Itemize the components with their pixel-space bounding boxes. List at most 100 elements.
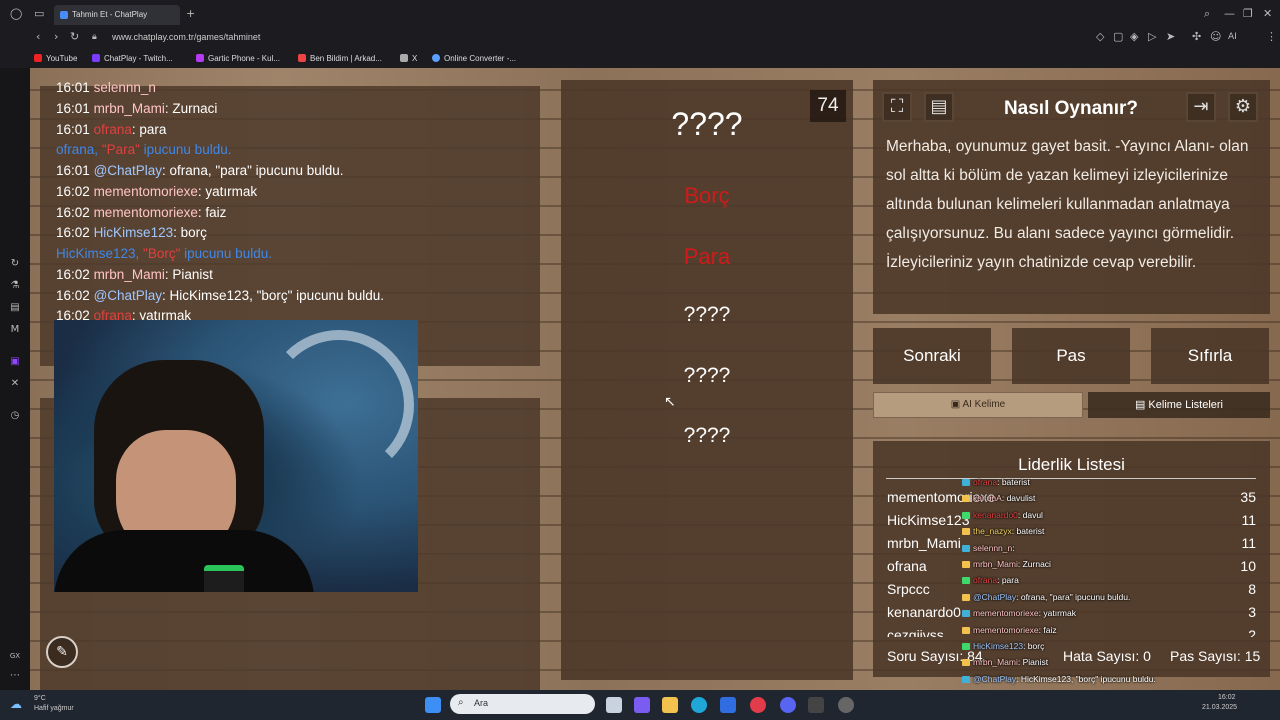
robot-icon: ▣ (950, 399, 963, 410)
weather-icon[interactable]: ☁ (10, 697, 22, 711)
pencil-icon[interactable]: ✎ (46, 636, 78, 668)
workspaces-icon[interactable]: ▭ (34, 8, 44, 20)
reset-button[interactable]: Sıfırla (1151, 328, 1269, 384)
overlay-chat-line: mrbn_Mami: Pianist (962, 657, 1048, 667)
bookmark-gartic[interactable]: Gartic Phone - Kul... (196, 54, 280, 63)
reload-icon[interactable]: ↻ (70, 31, 79, 43)
task-view-icon[interactable] (606, 697, 622, 713)
fullscreen-icon[interactable]: ⛶ (882, 92, 912, 122)
overlay-chat-line: kenanardo0: davul (962, 510, 1043, 520)
pass-button[interactable]: Pas (1012, 328, 1130, 384)
leaderboard-score: 11 (1241, 535, 1256, 551)
profile-icon[interactable]: ☺ (1210, 31, 1221, 43)
x-sidebar-icon[interactable]: ✕ (9, 378, 21, 390)
store-icon[interactable] (720, 697, 736, 713)
wallet-icon[interactable]: ▤ (9, 302, 21, 314)
new-tab-button[interactable]: + (186, 8, 195, 20)
chat-username[interactable]: mrbn_Mami (94, 101, 165, 116)
chat-badge-icon (962, 626, 970, 634)
aria-ai-icon[interactable]: AI (1228, 31, 1237, 43)
bookmark-ben-bildim[interactable]: Ben Bildim | Arkad... (298, 54, 382, 63)
overlay-chat-line: the_nazyx: baterist (962, 526, 1044, 536)
chat-badge-icon (962, 544, 970, 552)
gx-label[interactable]: GX (9, 650, 21, 662)
shield-icon[interactable]: ◈ (1130, 31, 1138, 43)
edge-icon[interactable] (691, 697, 707, 713)
next-button[interactable]: Sonraki (873, 328, 991, 384)
menu-icon[interactable]: ⋮ (1266, 31, 1277, 43)
history-icon[interactable]: ↻ (9, 258, 21, 270)
chat-time: 16:01 (56, 121, 90, 137)
extensions-icon[interactable]: ✣ (1192, 31, 1201, 43)
chat-line: ofrana, "Para" ipucunu buldu. (56, 142, 231, 157)
chat-message: : Zurnaci (164, 100, 218, 116)
forward-icon[interactable]: › (54, 31, 58, 43)
bookmark-online-converter[interactable]: Online Converter -... (432, 54, 516, 63)
chat-username[interactable]: ofrana (94, 122, 132, 137)
overlay-message: : davul (1017, 509, 1043, 520)
chat-username[interactable]: @ChatPlay (94, 288, 162, 303)
chat-username[interactable]: HicKimse123 (94, 225, 174, 240)
taskbar-search[interactable]: ⌕ Ara (450, 694, 595, 714)
ai-word-button[interactable]: ▣ AI Kelime (873, 392, 1083, 418)
chat-time: 16:02 (56, 183, 90, 199)
obs-icon[interactable] (838, 697, 854, 713)
maximize-icon[interactable]: ❐ (1243, 8, 1253, 20)
bookmark-youtube[interactable]: YouTube (34, 54, 77, 63)
overlay-message: : HicKimse123, "borç" ipucunu buldu. (1016, 673, 1156, 684)
close-icon[interactable]: ✕ (1263, 8, 1272, 20)
flask-icon[interactable]: ⚗ (9, 280, 21, 292)
chat-username[interactable]: @ChatPlay (94, 163, 162, 178)
bookmark-icon[interactable]: ◇ (1096, 31, 1104, 43)
overlay-username: @ChatPlay (973, 673, 1017, 684)
chat-username[interactable]: selennn_n (94, 80, 156, 95)
chat-line: 16:01 ofrana: para (56, 122, 166, 137)
leaderboard-player: Srpccc (887, 581, 930, 597)
steam-icon[interactable] (808, 697, 824, 713)
lock-icon[interactable]: 🔒︎ (92, 31, 97, 43)
more-icon[interactable]: ⋯ (9, 670, 21, 682)
play-icon[interactable]: ▷ (1148, 31, 1156, 43)
chat-username[interactable]: mementomoriexe (94, 205, 198, 220)
leaderboard-player: mrbn_Mami (887, 535, 961, 551)
clock-icon[interactable]: ◷ (9, 410, 21, 422)
chat-message: : HicKimse123, "borç" ipucunu buldu. (162, 287, 384, 303)
twitch-icon[interactable]: ▣ (9, 356, 21, 368)
send-icon[interactable]: ➤ (1166, 31, 1175, 43)
settings-gear-icon[interactable]: ⚙ (1228, 92, 1258, 122)
file-explorer-icon[interactable] (662, 697, 678, 713)
leaderboard-score: 2 (1248, 627, 1256, 637)
chat-username[interactable]: mementomoriexe (94, 184, 198, 199)
bookmark-x[interactable]: X (400, 54, 417, 63)
overlay-username: ofrana (973, 575, 998, 586)
snapshot-icon[interactable]: ▢ (1113, 31, 1123, 43)
word-lists-button[interactable]: ▤ Kelime Listeleri (1088, 392, 1270, 418)
clock-time: 16:02 (1218, 694, 1236, 701)
chat-message: : Pianist (164, 266, 213, 282)
search-tabs-icon[interactable]: ⌕ (1204, 8, 1210, 20)
overlay-message: : para (997, 575, 1019, 586)
leaderboard-score: 11 (1241, 512, 1256, 528)
found-hint: "Borç" (143, 246, 181, 261)
start-icon[interactable] (425, 697, 441, 713)
messenger-icon[interactable]: M (9, 324, 21, 336)
chat-username[interactable]: mrbn_Mami (94, 267, 165, 282)
overlay-message: : faiz (1038, 624, 1057, 635)
tab-tahmin-et[interactable]: Tahmin Et - ChatPlay (54, 5, 180, 25)
chat-badge-icon (962, 528, 970, 536)
exit-icon[interactable]: ⇥ (1186, 92, 1216, 122)
forbidden-word: ???? (683, 303, 731, 326)
opera-logo-icon[interactable]: ◯ (10, 8, 22, 20)
chat-message: : faiz (197, 204, 227, 220)
bookmark-chatplay[interactable]: ChatPlay - Twitch... (92, 54, 173, 63)
opera-gx-icon[interactable] (750, 697, 766, 713)
url-field[interactable]: www.chatplay.com.tr/games/tahminet (112, 32, 260, 42)
chat-badge-icon (962, 511, 970, 519)
copilot-icon[interactable] (634, 697, 650, 713)
document-icon[interactable]: ▤ (924, 92, 954, 122)
minimize-icon[interactable]: — (1224, 8, 1235, 20)
leaderboard-score: 10 (1240, 558, 1256, 574)
back-icon[interactable]: ‹ (36, 31, 40, 43)
discord-icon[interactable] (780, 697, 796, 713)
overlay-chat-line: kahunA: davulist (962, 493, 1035, 503)
